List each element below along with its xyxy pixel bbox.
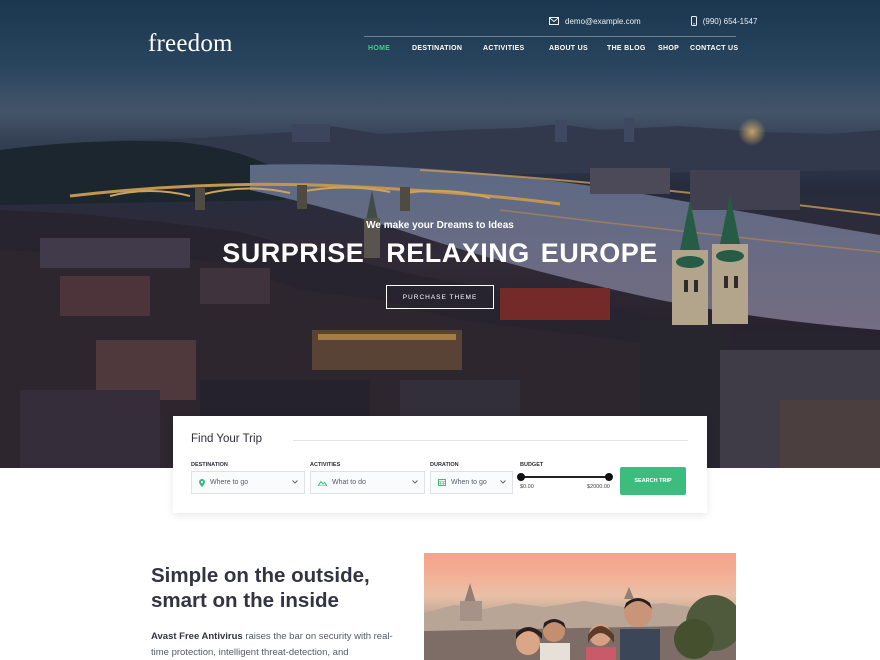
nav-item-the-blog[interactable]: THE BLOG bbox=[607, 45, 646, 52]
envelope-icon bbox=[549, 17, 559, 25]
city-night-image bbox=[0, 0, 880, 468]
nav-divider bbox=[364, 36, 736, 37]
duration-label: DURATION bbox=[430, 462, 459, 468]
chevron-down-icon bbox=[292, 480, 298, 484]
feature-heading-line1: Simple on the outside, bbox=[151, 564, 370, 587]
purchase-theme-button[interactable]: PURCHASE THEME bbox=[386, 285, 494, 309]
destination-label: DESTINATION bbox=[191, 462, 228, 468]
calendar-icon bbox=[438, 479, 446, 486]
find-trip-title: Find Your Trip bbox=[191, 433, 262, 445]
chevron-down-icon bbox=[500, 480, 506, 484]
hero-tagline: We make your Dreams to Ideas bbox=[366, 220, 514, 231]
nav-item-about-us[interactable]: ABOUT US bbox=[549, 45, 588, 52]
family-photo-image bbox=[424, 583, 736, 660]
hero-headline: SURPRISE RELAXING EUROPE bbox=[222, 238, 658, 268]
contact-phone-text: (990) 654-1547 bbox=[702, 16, 758, 26]
budget-max-handle[interactable] bbox=[605, 473, 613, 481]
find-trip-card: Find Your Trip DESTINATION Where to go A… bbox=[173, 416, 707, 513]
phone-icon bbox=[690, 16, 697, 26]
feature-body-product: Avast Free Antivirus bbox=[151, 631, 243, 642]
contact-phone[interactable]: (990) 654-1547 bbox=[690, 16, 758, 26]
budget-label: BUDGET bbox=[520, 462, 544, 468]
activities-label: ACTIVITIES bbox=[310, 462, 341, 468]
destination-value: Where to go bbox=[210, 479, 249, 486]
budget-min-handle[interactable] bbox=[517, 473, 525, 481]
page: freedom demo@example.com (990) 654-1547 … bbox=[0, 0, 880, 660]
nav-item-home[interactable]: HOME bbox=[368, 45, 390, 52]
duration-select[interactable]: When to go bbox=[430, 471, 513, 494]
nav-item-shop[interactable]: SHOP bbox=[658, 45, 679, 52]
hero-banner: freedom demo@example.com (990) 654-1547 … bbox=[0, 0, 880, 468]
search-trip-button[interactable]: SEARCH TRIP bbox=[620, 467, 686, 495]
activities-value: What to do bbox=[332, 479, 366, 486]
contact-email[interactable]: demo@example.com bbox=[549, 17, 641, 26]
budget-slider-track[interactable] bbox=[521, 476, 609, 478]
contact-email-text: demo@example.com bbox=[565, 16, 641, 26]
mountain-icon bbox=[318, 480, 327, 486]
family-photo bbox=[424, 553, 736, 660]
nav-item-contact-us[interactable]: CONTACT US bbox=[690, 45, 738, 52]
feature-body: Avast Free Antivirus raises the bar on s… bbox=[151, 629, 396, 660]
nav-item-destination[interactable]: DESTINATION bbox=[412, 45, 462, 52]
feature-heading-line2: smart on the inside bbox=[151, 589, 339, 612]
map-pin-icon bbox=[199, 478, 205, 487]
contact-bar: demo@example.com (990) 654-1547 bbox=[549, 16, 757, 26]
budget-min-value: $0.00 bbox=[520, 484, 534, 490]
destination-select[interactable]: Where to go bbox=[191, 471, 305, 494]
card-divider bbox=[293, 440, 688, 441]
chevron-down-icon bbox=[412, 480, 418, 484]
main-nav: HOME DESTINATION ACTIVITIES ABOUT US THE… bbox=[0, 45, 880, 55]
feature-heading: Simple on the outside, smart on the insi… bbox=[151, 563, 411, 613]
nav-item-activities[interactable]: ACTIVITIES bbox=[483, 45, 525, 52]
budget-max-value: $2000.00 bbox=[587, 484, 610, 490]
duration-value: When to go bbox=[451, 479, 487, 486]
activities-select[interactable]: What to do bbox=[310, 471, 425, 494]
